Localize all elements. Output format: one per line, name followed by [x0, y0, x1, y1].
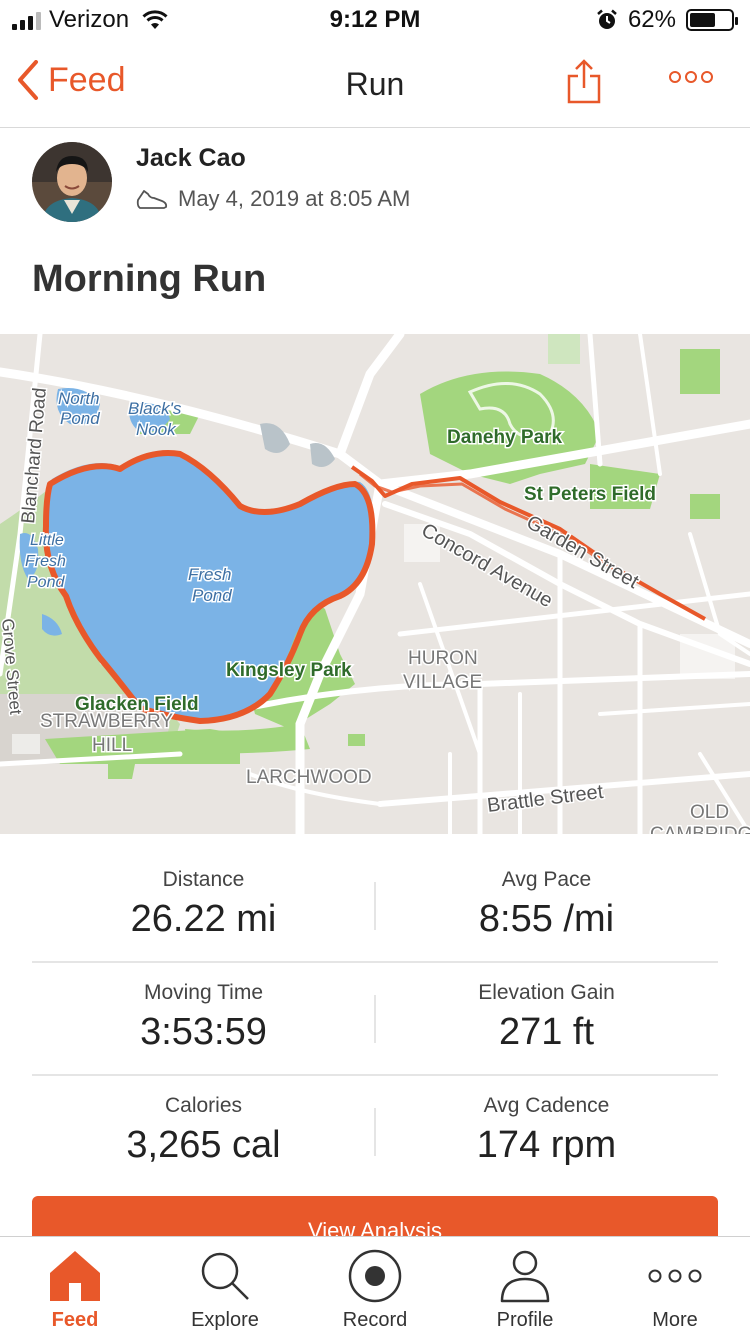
svg-text:Pond: Pond	[60, 409, 100, 428]
tab-label: Feed	[51, 1309, 99, 1331]
battery-percent: 62%	[627, 6, 676, 33]
svg-text:Pond: Pond	[27, 574, 65, 591]
svg-text:HILL: HILL	[92, 735, 132, 756]
stat-value: 26.22 mi	[130, 898, 277, 940]
alarm-icon	[597, 9, 617, 29]
shoe-icon	[136, 190, 168, 209]
map-label-st-peters-field: St Peters Field	[524, 484, 656, 505]
stat-distance: Distance 26.22 mi	[32, 868, 375, 941]
map-label-kingsley-park: Kingsley Park	[226, 660, 352, 681]
avatar[interactable]	[32, 142, 112, 222]
stat-value: 174 rpm	[476, 1124, 617, 1166]
stats-row: Distance 26.22 mi Avg Pace 8:55 /mi	[32, 850, 718, 963]
stat-avg-cadence: Avg Cadence 174 rpm	[375, 1094, 718, 1167]
tab-profile[interactable]: Profile	[450, 1237, 600, 1334]
more-dots-icon	[669, 71, 713, 83]
stat-label: Avg Cadence	[483, 1094, 610, 1117]
status-bar: Verizon 9:12 PM 62%	[0, 0, 750, 40]
tab-label: Profile	[496, 1309, 554, 1331]
activity-meta: May 4, 2019 at 8:05 AM	[136, 186, 410, 212]
stats-grid: Distance 26.22 mi Avg Pace 8:55 /mi Movi…	[32, 850, 718, 1189]
tab-bar: Feed Explore Record Profile More	[0, 1236, 750, 1334]
nav-bar: Feed Run	[0, 40, 750, 128]
svg-text:Nook: Nook	[136, 420, 177, 439]
map-label-little-fresh-pond: Little	[30, 532, 64, 549]
stat-value: 3,265 cal	[126, 1124, 281, 1166]
svg-text:CAMBRIDGE: CAMBRIDGE	[650, 824, 750, 834]
athlete-header: Jack Cao May 4, 2019 at 8:05 AM	[32, 142, 732, 226]
stat-label: Calories	[164, 1094, 243, 1117]
stat-label: Distance	[162, 868, 245, 891]
stat-label: Avg Pace	[501, 868, 592, 891]
map-label-fresh-pond: Fresh	[188, 565, 231, 584]
stats-row: Moving Time 3:53:59 Elevation Gain 271 f…	[32, 963, 718, 1076]
status-right: 62%	[596, 6, 738, 34]
map-label-larchwood: LARCHWOOD	[246, 767, 372, 788]
tab-label: Explore	[191, 1309, 259, 1331]
tab-more[interactable]: More	[600, 1237, 750, 1334]
stat-value: 8:55 /mi	[478, 898, 615, 940]
activity-date: May 4, 2019 at 8:05 AM	[178, 186, 411, 211]
athlete-name[interactable]: Jack Cao	[136, 144, 246, 173]
more-dots-icon	[648, 1269, 702, 1283]
svg-text:Pond: Pond	[192, 586, 232, 605]
share-button[interactable]	[566, 58, 602, 109]
svg-text:Fresh: Fresh	[25, 553, 66, 570]
stat-moving-time: Moving Time 3:53:59	[32, 981, 375, 1054]
search-icon	[201, 1252, 249, 1300]
record-icon	[348, 1249, 402, 1303]
back-button[interactable]: Feed	[16, 60, 126, 100]
map-canvas: North Pond Black's Nook Danehy Park St P…	[0, 334, 750, 834]
map-label-huron-village: HURON	[408, 648, 478, 669]
tab-label: Record	[342, 1309, 408, 1331]
map-label-danehy-park: Danehy Park	[447, 427, 563, 448]
svg-text:VILLAGE: VILLAGE	[403, 672, 482, 693]
stat-elevation-gain: Elevation Gain 271 ft	[375, 981, 718, 1054]
route-map[interactable]: North Pond Black's Nook Danehy Park St P…	[0, 334, 750, 834]
stat-label: Moving Time	[143, 981, 264, 1004]
back-label: Feed	[48, 60, 126, 99]
stat-value: 271 ft	[498, 1011, 595, 1053]
tab-explore[interactable]: Explore	[150, 1237, 300, 1334]
tab-feed[interactable]: Feed	[0, 1237, 150, 1334]
activity-title: Morning Run	[32, 258, 267, 300]
home-icon	[50, 1251, 100, 1301]
map-label-old-cambridge: OLD	[690, 802, 729, 823]
map-label-north-pond: North	[58, 389, 100, 408]
share-icon	[567, 59, 601, 104]
stats-row: Calories 3,265 cal Avg Cadence 174 rpm	[32, 1076, 718, 1189]
battery-icon	[686, 9, 738, 31]
profile-icon	[500, 1250, 550, 1303]
stat-avg-pace: Avg Pace 8:55 /mi	[375, 868, 718, 941]
map-label-strawberry-hill: STRAWBERRY	[40, 711, 173, 732]
more-button[interactable]	[668, 70, 714, 89]
stat-value: 3:53:59	[140, 1011, 267, 1053]
tab-record[interactable]: Record	[300, 1237, 450, 1334]
tab-label: More	[652, 1309, 698, 1331]
stat-calories: Calories 3,265 cal	[32, 1094, 375, 1167]
stat-label: Elevation Gain	[478, 981, 615, 1004]
map-label-blacks-nook: Black's	[128, 399, 182, 418]
chevron-left-icon	[18, 60, 38, 100]
